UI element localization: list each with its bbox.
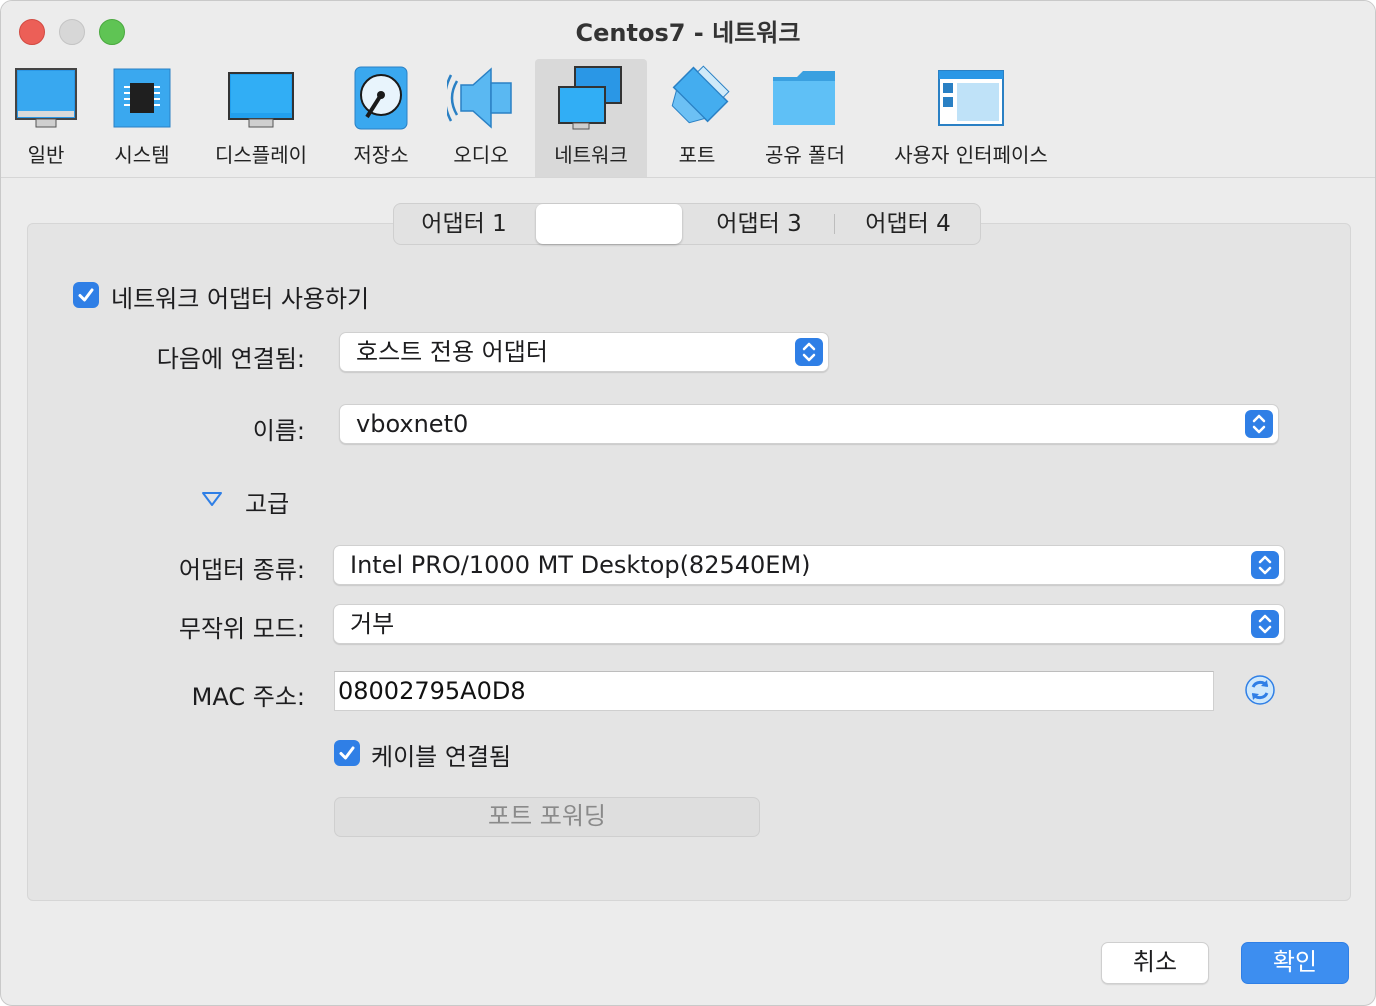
tab-adapter-1[interactable]: 어댑터 1 bbox=[394, 204, 534, 244]
mac-address-label: MAC 주소: bbox=[191, 683, 305, 711]
toolbar: Centos7 - 네트워크 일반 시스템 디스플레이 저장소 오디오 네트워크… bbox=[1, 1, 1375, 178]
network-icon bbox=[557, 65, 625, 131]
display-icon bbox=[227, 65, 295, 131]
attached-to-label: 다음에 연결됨: bbox=[156, 345, 305, 373]
cancel-button[interactable]: 취소 bbox=[1101, 942, 1209, 984]
ui-window-icon bbox=[937, 65, 1005, 131]
toolbar-item-audio[interactable]: 오디오 bbox=[441, 59, 521, 177]
toolbar-item-system[interactable]: 시스템 bbox=[105, 59, 179, 177]
toolbar-label-network: 네트워크 bbox=[554, 143, 628, 167]
tab-adapter-4[interactable]: 어댑터 4 bbox=[836, 204, 980, 244]
mac-address-value: 08002795A0D8 bbox=[338, 677, 526, 705]
monitor-icon bbox=[12, 65, 80, 131]
chevron-updown-icon bbox=[1251, 551, 1279, 579]
folder-icon bbox=[771, 65, 839, 131]
adapter-tabs: 어댑터 1 어댑터 3 어댑터 4 bbox=[393, 203, 981, 245]
name-select[interactable]: vboxnet0 bbox=[339, 404, 1279, 444]
toolbar-item-user-interface[interactable]: 사용자 인터페이스 bbox=[881, 59, 1061, 177]
toolbar-item-storage[interactable]: 저장소 bbox=[345, 59, 417, 177]
disk-icon bbox=[347, 65, 415, 131]
promiscuous-mode-value: 거부 bbox=[350, 610, 395, 638]
port-icon bbox=[663, 65, 731, 131]
mac-address-field[interactable]: 08002795A0D8 bbox=[334, 671, 1214, 711]
enable-adapter-label: 네트워크 어댑터 사용하기 bbox=[111, 285, 370, 313]
cable-connected-label: 케이블 연결됨 bbox=[371, 743, 512, 771]
adapter-type-select[interactable]: Intel PRO/1000 MT Desktop(82540EM) bbox=[333, 545, 1285, 585]
promiscuous-mode-label: 무작위 모드: bbox=[178, 615, 305, 643]
enable-adapter-checkbox[interactable] bbox=[73, 282, 99, 308]
chevron-updown-icon bbox=[795, 338, 823, 366]
speaker-icon bbox=[443, 65, 515, 131]
advanced-disclosure-triangle[interactable] bbox=[201, 490, 223, 512]
adapter-type-value: Intel PRO/1000 MT Desktop(82540EM) bbox=[350, 551, 811, 579]
cable-connected-checkbox[interactable] bbox=[334, 740, 360, 766]
toolbar-item-shared-folders[interactable]: 공유 폴더 bbox=[757, 59, 853, 177]
port-forwarding-button[interactable]: 포트 포워딩 bbox=[334, 797, 760, 837]
toolbar-item-network[interactable]: 네트워크 bbox=[535, 59, 647, 177]
name-label: 이름: bbox=[252, 417, 305, 445]
toolbar-item-display[interactable]: 디스플레이 bbox=[201, 59, 321, 177]
chevron-updown-icon bbox=[1245, 410, 1273, 438]
tab-adapter-3[interactable]: 어댑터 3 bbox=[686, 204, 832, 244]
attached-to-value: 호스트 전용 어댑터 bbox=[356, 338, 548, 366]
settings-window: Centos7 - 네트워크 일반 시스템 디스플레이 저장소 오디오 네트워크… bbox=[0, 0, 1376, 1006]
toolbar-label-general: 일반 bbox=[27, 143, 65, 167]
tab-divider bbox=[834, 214, 835, 234]
promiscuous-mode-select[interactable]: 거부 bbox=[333, 604, 1285, 644]
toolbar-label-shared-folders: 공유 폴더 bbox=[765, 143, 845, 167]
name-value: vboxnet0 bbox=[356, 410, 469, 438]
advanced-label: 고급 bbox=[245, 490, 290, 518]
toolbar-label-storage: 저장소 bbox=[353, 143, 409, 167]
attached-to-select[interactable]: 호스트 전용 어댑터 bbox=[339, 332, 829, 372]
ok-button[interactable]: 확인 bbox=[1241, 942, 1349, 984]
toolbar-label-system: 시스템 bbox=[114, 143, 170, 167]
adapter-type-label: 어댑터 종류: bbox=[178, 556, 305, 584]
toolbar-item-general[interactable]: 일반 bbox=[9, 59, 83, 177]
toolbar-item-ports[interactable]: 포트 bbox=[661, 59, 733, 177]
toolbar-label-ports: 포트 bbox=[678, 143, 716, 167]
toolbar-label-display: 디스플레이 bbox=[215, 143, 307, 167]
toolbar-label-user-interface: 사용자 인터페이스 bbox=[894, 143, 1048, 167]
chip-icon bbox=[108, 65, 176, 131]
refresh-mac-icon[interactable] bbox=[1244, 674, 1276, 710]
toolbar-label-audio: 오디오 bbox=[453, 143, 509, 167]
tab-adapter-2[interactable] bbox=[536, 204, 682, 244]
chevron-updown-icon bbox=[1251, 610, 1279, 638]
window-title: Centos7 - 네트워크 bbox=[575, 19, 801, 47]
